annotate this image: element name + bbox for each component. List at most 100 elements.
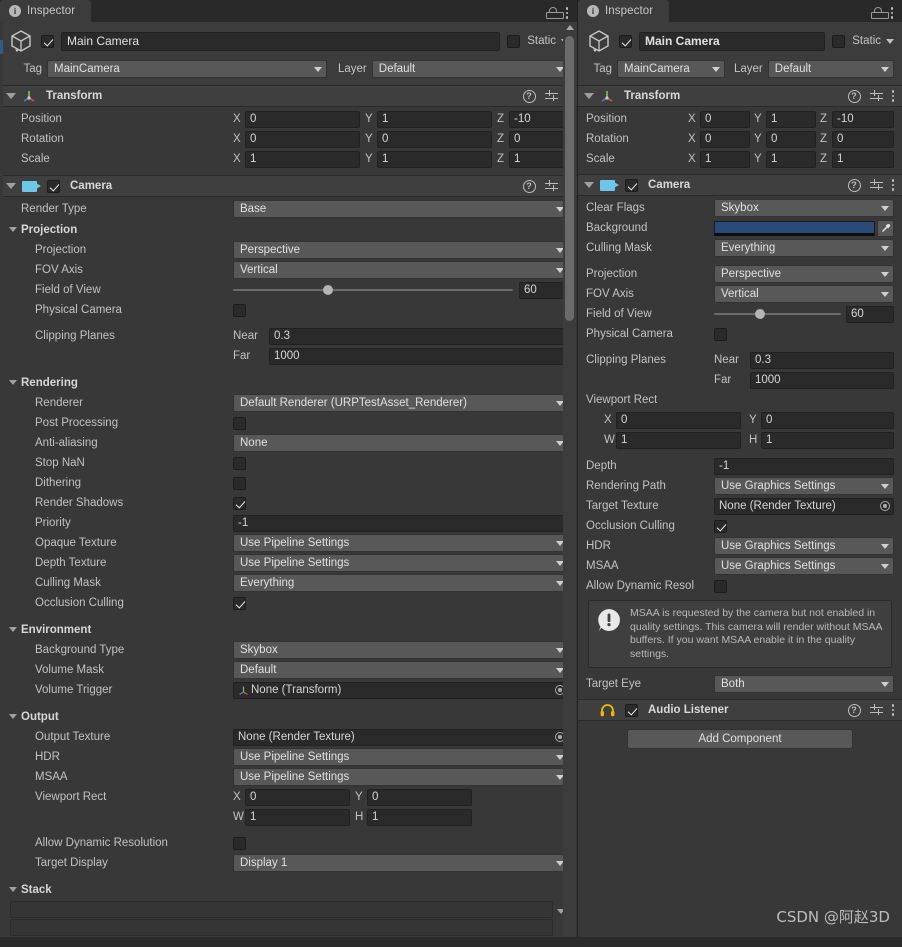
rotation-y-field[interactable]: 0 bbox=[766, 130, 816, 148]
static-checkbox[interactable] bbox=[507, 34, 521, 48]
far-field[interactable]: 1000 bbox=[269, 347, 569, 365]
audio-listener-enabled-checkbox[interactable] bbox=[625, 703, 638, 717]
volume-trigger-field[interactable]: None (Transform) bbox=[233, 681, 569, 699]
camera-enabled-checkbox[interactable] bbox=[47, 179, 60, 193]
viewport-w-field[interactable]: 1 bbox=[245, 808, 350, 826]
tag-dropdown[interactable]: MainCamera bbox=[47, 60, 327, 78]
output-group-header[interactable]: Output bbox=[8, 706, 569, 727]
static-checkbox[interactable] bbox=[832, 34, 846, 48]
lock-icon[interactable] bbox=[545, 7, 564, 19]
target-texture-field[interactable]: None (Render Texture) bbox=[714, 497, 894, 515]
background-color-swatch[interactable] bbox=[714, 220, 875, 236]
lock-icon[interactable] bbox=[870, 7, 889, 19]
background-type-dropdown[interactable]: Skybox bbox=[233, 641, 569, 659]
near-field[interactable]: 0.3 bbox=[269, 327, 569, 345]
camera-component-header[interactable]: Camera ? bbox=[0, 175, 577, 197]
foldout-arrow-icon[interactable] bbox=[584, 93, 594, 99]
culling-mask-dropdown[interactable]: Everything bbox=[714, 239, 894, 257]
foldout-arrow-icon[interactable] bbox=[9, 627, 17, 632]
foldout-arrow-icon[interactable] bbox=[6, 183, 16, 189]
render-shadows-checkbox[interactable] bbox=[233, 496, 246, 510]
layer-dropdown[interactable]: Default bbox=[371, 60, 569, 78]
transform-component-header[interactable]: Transform ? bbox=[578, 85, 902, 107]
stack-list-footer[interactable] bbox=[10, 919, 553, 936]
stop-nan-checkbox[interactable] bbox=[233, 456, 246, 470]
add-component-button[interactable]: Add Component bbox=[627, 729, 853, 749]
kebab-menu-icon[interactable] bbox=[890, 7, 893, 19]
position-z-field[interactable]: -10 bbox=[832, 110, 894, 128]
viewport-h-field[interactable]: 1 bbox=[367, 808, 472, 826]
object-name-field[interactable]: Main Camera bbox=[61, 31, 501, 51]
position-x-field[interactable]: 0 bbox=[245, 110, 360, 128]
post-processing-checkbox[interactable] bbox=[233, 416, 246, 430]
render-type-dropdown[interactable]: Base bbox=[233, 200, 569, 218]
object-enabled-checkbox[interactable] bbox=[619, 34, 632, 48]
output-texture-field[interactable]: None (Render Texture) bbox=[233, 728, 569, 746]
hdr-dropdown[interactable]: Use Graphics Settings bbox=[714, 537, 894, 555]
transform-component-header[interactable]: Transform ? bbox=[0, 85, 577, 107]
target-display-dropdown[interactable]: Display 1 bbox=[233, 854, 569, 872]
hdr-dropdown[interactable]: Use Pipeline Settings bbox=[233, 748, 569, 766]
camera-component-header[interactable]: Camera ? bbox=[578, 174, 902, 196]
viewport-h-field[interactable]: 1 bbox=[761, 431, 894, 449]
scale-y-field[interactable]: 1 bbox=[377, 150, 492, 168]
projection-dropdown[interactable]: Perspective bbox=[714, 265, 894, 283]
field-of-view-slider[interactable] bbox=[714, 306, 841, 323]
near-field[interactable]: 0.3 bbox=[750, 351, 894, 369]
allow-dynamic-resolution-checkbox[interactable] bbox=[233, 836, 246, 850]
viewport-x-field[interactable]: 0 bbox=[616, 411, 741, 429]
rendering-path-dropdown[interactable]: Use Graphics Settings bbox=[714, 477, 894, 495]
preset-icon[interactable] bbox=[544, 90, 558, 102]
anti-aliasing-dropdown[interactable]: None bbox=[233, 434, 569, 452]
projection-group-header[interactable]: Projection bbox=[8, 219, 569, 240]
msaa-dropdown[interactable]: Use Graphics Settings bbox=[714, 557, 894, 575]
tab-inspector[interactable]: i Inspector bbox=[578, 0, 670, 22]
occlusion-culling-checkbox[interactable] bbox=[714, 519, 727, 533]
scale-x-field[interactable]: 1 bbox=[700, 150, 750, 168]
help-icon[interactable]: ? bbox=[847, 178, 861, 192]
priority-field[interactable]: -1 bbox=[233, 514, 569, 532]
kebab-menu-icon[interactable] bbox=[891, 90, 894, 102]
field-of-view-slider[interactable] bbox=[233, 282, 513, 299]
environment-group-header[interactable]: Environment bbox=[8, 619, 569, 640]
renderer-dropdown[interactable]: Default Renderer (URPTestAsset_Renderer) bbox=[233, 394, 569, 412]
scale-z-field[interactable]: 1 bbox=[509, 150, 569, 168]
object-name-field[interactable]: Main Camera bbox=[639, 31, 826, 51]
viewport-x-field[interactable]: 0 bbox=[245, 788, 350, 806]
foldout-arrow-icon[interactable] bbox=[584, 182, 594, 188]
clear-flags-dropdown[interactable]: Skybox bbox=[714, 199, 894, 217]
opaque-texture-dropdown[interactable]: Use Pipeline Settings bbox=[233, 534, 569, 552]
position-x-field[interactable]: 0 bbox=[700, 110, 750, 128]
rotation-x-field[interactable]: 0 bbox=[700, 130, 750, 148]
rotation-z-field[interactable]: 0 bbox=[509, 130, 569, 148]
stack-group-header[interactable]: Stack bbox=[8, 879, 569, 900]
left-panel-scrollbar[interactable] bbox=[563, 22, 576, 947]
physical-camera-checkbox[interactable] bbox=[714, 327, 727, 341]
object-picker-icon[interactable] bbox=[880, 501, 890, 511]
target-eye-dropdown[interactable]: Both bbox=[714, 675, 894, 693]
scroll-thumb[interactable] bbox=[565, 36, 574, 321]
foldout-arrow-icon[interactable] bbox=[9, 887, 17, 892]
culling-mask-dropdown[interactable]: Everything bbox=[233, 574, 569, 592]
object-enabled-checkbox[interactable] bbox=[41, 34, 54, 48]
physical-camera-checkbox[interactable] bbox=[233, 303, 246, 317]
projection-dropdown[interactable]: Perspective bbox=[233, 241, 569, 259]
tab-inspector[interactable]: i Inspector bbox=[0, 0, 92, 22]
far-field[interactable]: 1000 bbox=[750, 371, 894, 389]
position-z-field[interactable]: -10 bbox=[509, 110, 569, 128]
dithering-checkbox[interactable] bbox=[233, 476, 246, 490]
help-icon[interactable]: ? bbox=[522, 89, 536, 103]
position-y-field[interactable]: 1 bbox=[766, 110, 816, 128]
preset-icon[interactable] bbox=[544, 180, 558, 192]
scroll-up-arrow-icon[interactable] bbox=[563, 22, 576, 33]
volume-mask-dropdown[interactable]: Default bbox=[233, 661, 569, 679]
rendering-group-header[interactable]: Rendering bbox=[8, 372, 569, 393]
field-of-view-value[interactable]: 60 bbox=[846, 305, 894, 323]
occlusion-culling-checkbox[interactable] bbox=[233, 596, 246, 610]
scale-y-field[interactable]: 1 bbox=[766, 150, 816, 168]
scale-z-field[interactable]: 1 bbox=[832, 150, 894, 168]
kebab-menu-icon[interactable] bbox=[891, 704, 894, 716]
field-of-view-value[interactable]: 60 bbox=[519, 281, 569, 299]
foldout-arrow-icon[interactable] bbox=[6, 93, 16, 99]
stack-list-empty[interactable] bbox=[10, 901, 553, 918]
